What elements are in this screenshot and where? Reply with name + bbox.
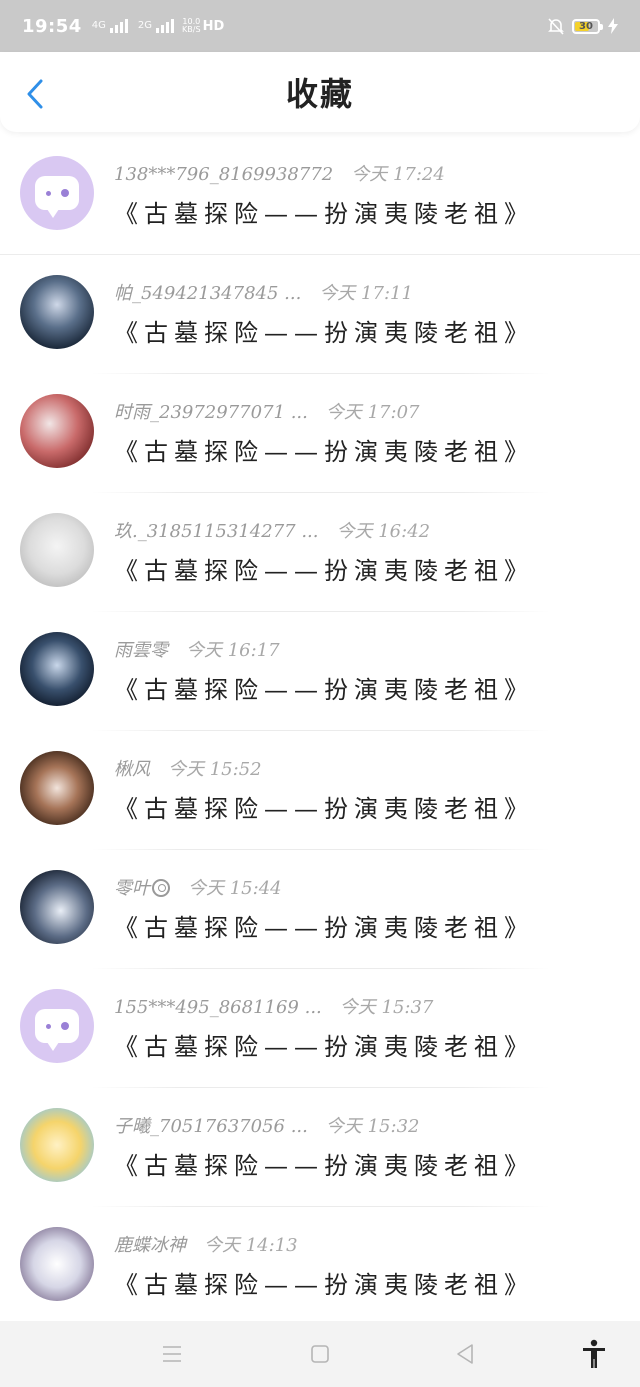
favorites-list: 138***796_8169938772 今天 17:24 《古墓探险——扮演夷陵… [0,136,640,1326]
avatar[interactable] [20,1227,94,1301]
item-time: 今天 16:42 [336,521,431,542]
item-time: 今天 15:44 [188,878,282,899]
user-name: 时雨_23972977071 ... [114,402,308,423]
battery-level: 30 [579,20,593,32]
item-time: 今天 17:24 [351,164,445,185]
item-meta: 时雨_23972977071 ... 今天 17:07 [114,398,419,424]
user-name: 楸风 [114,759,150,780]
item-time: 今天 15:52 [168,759,262,780]
item-message: 《古墓探险——扮演夷陵老祖》 [114,1152,534,1180]
avatar[interactable] [20,1108,94,1182]
avatar[interactable] [20,989,94,1063]
accessibility-button[interactable] [579,1339,609,1369]
item-message: 《古墓探险——扮演夷陵老祖》 [114,438,534,466]
menu-icon [163,1346,181,1362]
user-name: 鹿蝶冰神 [114,1235,186,1256]
list-item[interactable]: 雨雲零 今天 16:17 《古墓探险——扮演夷陵老祖》 [0,612,640,731]
signal-icon-1 [109,19,128,33]
avatar[interactable] [20,156,94,230]
list-item[interactable]: 帕_549421347845 ... 今天 17:11 《古墓探险——扮演夷陵老祖… [0,255,640,374]
signal-icon-2 [156,19,175,33]
avatar[interactable] [20,275,94,349]
item-message: 《古墓探险——扮演夷陵老祖》 [114,1271,534,1299]
item-meta: 玖._3185115314277 ... 今天 16:42 [114,517,430,543]
list-item[interactable]: 楸风 今天 15:52 《古墓探险——扮演夷陵老祖》 [0,731,640,850]
item-message: 《古墓探险——扮演夷陵老祖》 [114,557,534,585]
status-bar: 19:54 4G 2G 10.0 KB/S HD 30 [0,0,640,52]
item-time: 今天 17:11 [319,283,413,304]
list-item[interactable]: 鹿蝶冰神 今天 14:13 《古墓探险——扮演夷陵老祖》 [0,1207,640,1326]
network-speed-unit: KB/S [182,25,201,34]
item-meta: 子曦_70517637056 ... 今天 15:32 [114,1112,419,1138]
item-message: 《古墓探险——扮演夷陵老祖》 [114,676,534,704]
back-chevron-icon [27,79,43,109]
item-meta: 鹿蝶冰神 今天 14:13 [114,1231,298,1257]
nav-menu-button[interactable] [157,1339,187,1369]
list-item[interactable]: 子曦_70517637056 ... 今天 15:32 《古墓探险——扮演夷陵老祖… [0,1088,640,1207]
network-label-2: 2G [137,20,153,31]
nav-home-button[interactable] [305,1339,335,1369]
user-name: 零叶 [114,878,150,899]
item-meta: 138***796_8169938772 今天 17:24 [114,160,445,186]
item-message: 《古墓探险——扮演夷陵老祖》 [114,914,534,942]
hd-label: HD [202,18,225,34]
system-nav-bar [0,1321,640,1387]
item-message: 《古墓探险——扮演夷陵老祖》 [114,795,534,823]
nav-back-button[interactable] [450,1339,480,1369]
item-meta: 零叶 今天 15:44 [114,874,282,900]
network-speed: 10.0 KB/S [182,18,201,34]
accessibility-icon [583,1339,605,1368]
list-item[interactable]: 时雨_23972977071 ... 今天 17:07 《古墓探险——扮演夷陵老祖… [0,374,640,493]
user-name: 玖._3185115314277 ... [114,521,319,542]
avatar[interactable] [20,751,94,825]
user-name: 帕_549421347845 ... [114,283,302,304]
avatar[interactable] [20,513,94,587]
item-meta: 155***495_8681169 ... 今天 15:37 [114,993,433,1019]
network-label-1: 4G [91,20,106,31]
item-time: 今天 15:37 [339,997,434,1018]
item-time: 今天 16:17 [186,640,280,661]
list-item[interactable]: 玖._3185115314277 ... 今天 16:42 《古墓探险——扮演夷陵… [0,493,640,612]
list-item[interactable]: 138***796_8169938772 今天 17:24 《古墓探险——扮演夷陵… [0,136,640,255]
avatar[interactable] [20,394,94,468]
item-meta: 楸风 今天 15:52 [114,755,262,781]
home-icon [311,1345,329,1363]
chat-bubble-icon [35,176,79,218]
back-triangle-icon [457,1344,473,1364]
mute-icon [548,18,564,35]
badge-icon [152,879,170,897]
list-item[interactable]: 155***495_8681169 ... 今天 15:37 《古墓探险——扮演夷… [0,969,640,1088]
page-title: 收藏 [285,75,354,113]
back-button[interactable] [20,76,50,112]
item-meta: 雨雲零 今天 16:17 [114,636,280,662]
chat-bubble-icon [35,1009,79,1051]
list-item[interactable]: 零叶 今天 15:44 《古墓探险——扮演夷陵老祖》 [0,850,640,969]
item-time: 今天 17:07 [325,402,420,423]
status-time: 19:54 [22,15,82,37]
charging-icon [608,18,618,34]
item-time: 今天 15:32 [325,1116,420,1137]
status-right: 30 [548,17,618,35]
item-message: 《古墓探险——扮演夷陵老祖》 [114,1033,534,1061]
item-time: 今天 14:13 [204,1235,298,1256]
battery-icon: 30 [572,18,603,34]
item-meta: 帕_549421347845 ... 今天 17:11 [114,279,413,305]
user-name: 138***796_8169938772 [114,164,334,185]
item-message: 《古墓探险——扮演夷陵老祖》 [114,200,534,228]
avatar[interactable] [20,632,94,706]
item-message: 《古墓探险——扮演夷陵老祖》 [114,319,534,347]
user-name: 雨雲零 [114,640,168,661]
user-name: 子曦_70517637056 ... [114,1116,308,1137]
page-header: 收藏 [0,52,640,132]
user-name: 155***495_8681169 ... [114,997,322,1018]
avatar[interactable] [20,870,94,944]
